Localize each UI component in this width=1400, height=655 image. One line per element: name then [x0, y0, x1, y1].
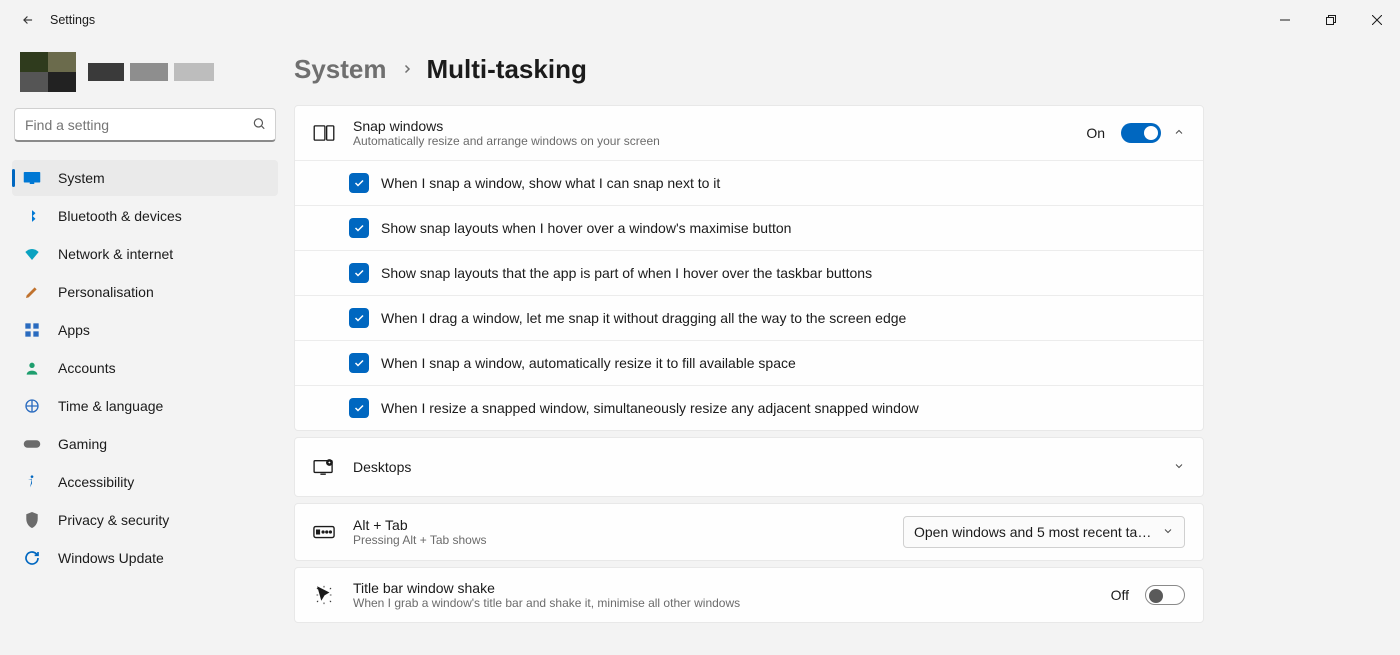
sidebar: System Bluetooth & devices Network & int… — [0, 40, 290, 655]
snap-option-row: Show snap layouts that the app is part o… — [295, 251, 1203, 296]
wifi-icon — [22, 244, 42, 264]
sidebar-item-label: Bluetooth & devices — [58, 208, 182, 224]
sidebar-item-label: System — [58, 170, 105, 186]
sidebar-item-time-language[interactable]: Time & language — [12, 388, 278, 424]
title-bar-shake-header[interactable]: Title bar window shake When I grab a win… — [295, 568, 1203, 622]
chevron-right-icon — [401, 59, 413, 80]
sidebar-item-label: Privacy & security — [58, 512, 169, 528]
sidebar-item-privacy[interactable]: Privacy & security — [12, 502, 278, 538]
window-title: Settings — [50, 13, 95, 27]
snap-toggle-label: On — [1086, 125, 1105, 141]
apps-icon — [22, 320, 42, 340]
search-container — [14, 108, 276, 142]
paintbrush-icon — [22, 282, 42, 302]
snap-windows-panel: Snap windows Automatically resize and ar… — [294, 105, 1204, 431]
snap-option-row: When I drag a window, let me snap it wit… — [295, 296, 1203, 341]
globe-clock-icon — [22, 396, 42, 416]
snap-option-label: Show snap layouts that the app is part o… — [381, 265, 872, 281]
page-title: Multi-tasking — [427, 54, 587, 85]
avatar — [20, 52, 76, 92]
sidebar-item-label: Accessibility — [58, 474, 134, 490]
chevron-down-icon — [1162, 524, 1174, 540]
cursor-icon — [313, 584, 335, 606]
snap-option-label: When I snap a window, automatically resi… — [381, 355, 796, 371]
snap-option-row: When I snap a window, show what I can sn… — [295, 161, 1203, 206]
sidebar-item-accounts[interactable]: Accounts — [12, 350, 278, 386]
window-controls — [1262, 0, 1400, 40]
checkbox-snap-resize-adjacent[interactable] — [349, 398, 369, 418]
sidebar-item-accessibility[interactable]: Accessibility — [12, 464, 278, 500]
sidebar-item-personalisation[interactable]: Personalisation — [12, 274, 278, 310]
breadcrumb-root[interactable]: System — [294, 54, 387, 85]
sidebar-item-network[interactable]: Network & internet — [12, 236, 278, 272]
desktops-icon — [313, 456, 335, 478]
sidebar-item-label: Network & internet — [58, 246, 173, 262]
checkbox-snap-resize-fill[interactable] — [349, 353, 369, 373]
checkbox-snap-taskbar[interactable] — [349, 263, 369, 283]
checkbox-snap-drag[interactable] — [349, 308, 369, 328]
nav-list: System Bluetooth & devices Network & int… — [12, 160, 278, 576]
alt-tab-panel: Alt + Tab Pressing Alt + Tab shows Open … — [294, 503, 1204, 561]
alt-tab-header[interactable]: Alt + Tab Pressing Alt + Tab shows Open … — [295, 504, 1203, 560]
sidebar-item-label: Gaming — [58, 436, 107, 452]
search-input[interactable] — [14, 108, 276, 142]
snap-options-list: When I snap a window, show what I can sn… — [295, 160, 1203, 430]
maximize-button[interactable] — [1308, 0, 1354, 40]
sidebar-item-windows-update[interactable]: Windows Update — [12, 540, 278, 576]
shake-toggle[interactable] — [1145, 585, 1185, 605]
person-icon — [22, 358, 42, 378]
search-icon — [252, 117, 266, 134]
snap-windows-header[interactable]: Snap windows Automatically resize and ar… — [295, 106, 1203, 160]
breadcrumb: System Multi-tasking — [294, 54, 1376, 85]
alt-tab-icon — [313, 521, 335, 543]
sidebar-item-label: Personalisation — [58, 284, 154, 300]
display-icon — [22, 168, 42, 188]
back-button[interactable] — [8, 0, 48, 40]
titlebar: Settings — [0, 0, 1400, 40]
snap-option-label: When I drag a window, let me snap it wit… — [381, 310, 906, 326]
desktops-header[interactable]: Desktops — [295, 438, 1203, 496]
snap-title: Snap windows — [353, 118, 1068, 134]
accessibility-icon — [22, 472, 42, 492]
desktops-title: Desktops — [353, 459, 1155, 475]
sidebar-item-apps[interactable]: Apps — [12, 312, 278, 348]
alt-tab-subtitle: Pressing Alt + Tab shows — [353, 533, 885, 547]
chevron-down-icon — [1173, 459, 1185, 475]
main-content: System Multi-tasking Snap windows Automa… — [290, 40, 1400, 655]
sidebar-item-bluetooth[interactable]: Bluetooth & devices — [12, 198, 278, 234]
snap-option-row: When I snap a window, automatically resi… — [295, 341, 1203, 386]
desktops-panel: Desktops — [294, 437, 1204, 497]
alt-tab-selected: Open windows and 5 most recent tabs in M — [914, 524, 1154, 540]
snap-option-label: Show snap layouts when I hover over a wi… — [381, 220, 791, 236]
chevron-up-icon — [1173, 125, 1185, 141]
snap-option-row: When I resize a snapped window, simultan… — [295, 386, 1203, 430]
alt-tab-title: Alt + Tab — [353, 517, 885, 533]
sidebar-item-gaming[interactable]: Gaming — [12, 426, 278, 462]
bluetooth-icon — [22, 206, 42, 226]
gamepad-icon — [22, 434, 42, 454]
snap-toggle[interactable] — [1121, 123, 1161, 143]
sidebar-item-label: Windows Update — [58, 550, 164, 566]
minimize-button[interactable] — [1262, 0, 1308, 40]
checkbox-snap-assist[interactable] — [349, 173, 369, 193]
snap-option-row: Show snap layouts when I hover over a wi… — [295, 206, 1203, 251]
snap-subtitle: Automatically resize and arrange windows… — [353, 134, 1068, 148]
title-bar-shake-panel: Title bar window shake When I grab a win… — [294, 567, 1204, 623]
sidebar-item-label: Apps — [58, 322, 90, 338]
user-block[interactable] — [12, 48, 278, 108]
snap-option-label: When I resize a snapped window, simultan… — [381, 400, 919, 416]
checkbox-snap-layouts-hover[interactable] — [349, 218, 369, 238]
sidebar-item-label: Time & language — [58, 398, 163, 414]
shake-toggle-label: Off — [1111, 587, 1129, 603]
snap-option-label: When I snap a window, show what I can sn… — [381, 175, 720, 191]
alt-tab-dropdown[interactable]: Open windows and 5 most recent tabs in M — [903, 516, 1185, 548]
sidebar-item-system[interactable]: System — [12, 160, 278, 196]
update-icon — [22, 548, 42, 568]
close-button[interactable] — [1354, 0, 1400, 40]
snap-layout-icon — [313, 122, 335, 144]
shake-title: Title bar window shake — [353, 580, 1093, 596]
sidebar-item-label: Accounts — [58, 360, 116, 376]
shield-icon — [22, 510, 42, 530]
shake-subtitle: When I grab a window's title bar and sha… — [353, 596, 1093, 610]
